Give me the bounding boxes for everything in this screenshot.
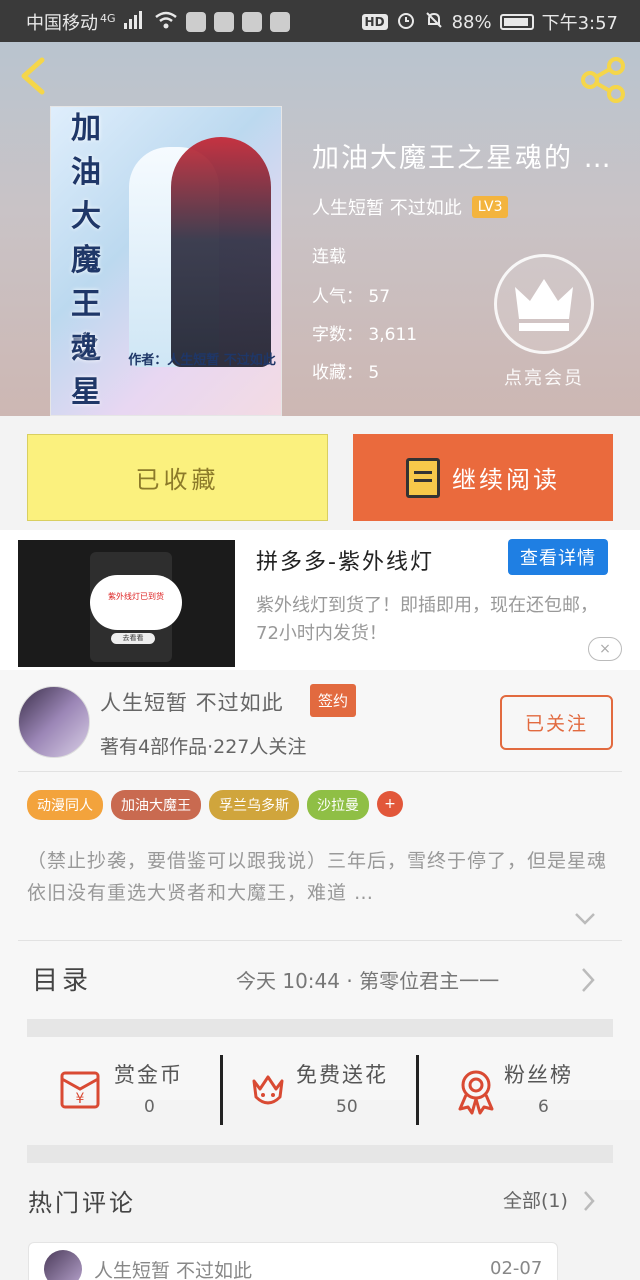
book-intro[interactable]: （禁止抄袭，要借鉴可以跟我说）三年后，雪终于停了，但是星魂依旧没有重选大贤者和大… xyxy=(27,845,613,909)
tag-chip[interactable]: 加油大魔王 xyxy=(111,790,201,820)
comment-author[interactable]: 人生短暂 不过如此 xyxy=(94,1256,252,1280)
tag-list: 动漫同人 加油大魔王 孚兰乌多斯 沙拉曼 + xyxy=(27,790,403,820)
author-stats: 著有4部作品·227人关注 xyxy=(100,736,307,758)
signed-badge: 签约 xyxy=(310,684,357,717)
carrier-label: 中国移动 xyxy=(26,13,98,34)
ad-description[interactable]: 紫外线灯到货了！即插即用，现在还包邮，72小时内发货！ xyxy=(256,592,608,648)
battery-icon xyxy=(499,14,534,30)
book-header: 加 油 大 魔 王 之 星 魂 作者：人生短暂 不过如此 加油大魔王之星魂的 …… xyxy=(0,42,640,416)
svg-text:¥: ¥ xyxy=(76,1091,85,1107)
section-separator xyxy=(27,1019,613,1037)
cover-title-bottom: 魂 xyxy=(71,332,98,362)
status-bar: 中国移动 4G HD 88% 下午3:57 xyxy=(0,0,640,42)
battery-percent: 88% xyxy=(451,11,492,33)
view-details-button[interactable]: 查看详情 xyxy=(508,539,608,575)
share-icon[interactable] xyxy=(580,56,628,104)
collected-button[interactable]: 已收藏 xyxy=(27,434,328,521)
author-row: 人生短暂 不过如此 LV3 xyxy=(312,194,509,220)
cover-title: 加 油 大 魔 王 之 星 xyxy=(71,111,101,410)
chevron-right-icon[interactable] xyxy=(580,966,596,994)
favorites-count: 收藏： 5 xyxy=(312,363,380,383)
divider xyxy=(416,1055,419,1125)
word-count: 字数： 3,611 xyxy=(312,325,418,345)
clock: 下午3:57 xyxy=(541,13,618,34)
book-cover[interactable]: 加 油 大 魔 王 之 星 魂 作者：人生短暂 不过如此 xyxy=(50,106,282,416)
hot-comments-title: 热门评论 xyxy=(28,1189,136,1217)
divider xyxy=(220,1055,223,1125)
flower-icon xyxy=(244,1067,292,1115)
avatar[interactable] xyxy=(44,1250,82,1280)
ad-image-pill: 去看看 xyxy=(111,633,155,644)
all-comments-link[interactable]: 全部(1) xyxy=(503,1186,568,1213)
back-arrow-icon[interactable] xyxy=(14,56,54,96)
chevron-right-icon[interactable] xyxy=(582,1189,596,1213)
reward-coins[interactable]: ¥ 赏金币 0 xyxy=(56,1055,206,1125)
signal-icon xyxy=(123,10,146,34)
tag-chip[interactable]: 动漫同人 xyxy=(27,790,103,820)
chevron-down-icon[interactable] xyxy=(574,910,596,928)
comment-date: 02-07 xyxy=(490,1258,543,1279)
ad-image[interactable]: 紫外线灯已到货 去看看 xyxy=(18,540,235,667)
tag-chip[interactable]: 孚兰乌多斯 xyxy=(209,790,299,820)
follow-button[interactable]: 已关注 xyxy=(500,695,613,750)
baidu-icon xyxy=(241,12,262,32)
close-icon[interactable]: × xyxy=(588,637,622,661)
ad-image-text: 紫外线灯已到货 xyxy=(108,592,164,601)
alarm-icon xyxy=(396,10,416,35)
cover-figure-red xyxy=(171,137,271,367)
avatar[interactable] xyxy=(18,686,90,758)
continue-reading-label: 继续阅读 xyxy=(452,466,560,494)
ribbon-icon xyxy=(452,1067,500,1115)
cover-author: 作者：人生短暂 不过如此 xyxy=(128,353,276,368)
hd-badge: HD xyxy=(361,14,388,30)
network-label: 4G xyxy=(100,11,116,25)
qq-icon xyxy=(185,12,206,32)
paw-app-icon xyxy=(269,12,290,32)
book-icon xyxy=(406,457,440,498)
continue-reading-button[interactable]: 继续阅读 xyxy=(353,434,613,521)
wechat-icon xyxy=(213,12,234,32)
tag-chip[interactable]: 沙拉曼 xyxy=(307,790,369,820)
toc-latest-chapter[interactable]: 今天 10:44 · 第零位君主一一 xyxy=(236,965,566,994)
ad-title[interactable]: 拼多多-紫外线灯 xyxy=(256,544,434,576)
red-envelope-icon: ¥ xyxy=(56,1065,104,1113)
add-tag-button[interactable]: + xyxy=(377,791,403,817)
author-name[interactable]: 人生短暂 不过如此 xyxy=(312,194,462,220)
serial-status: 连载 xyxy=(312,247,346,267)
section-separator xyxy=(27,1145,613,1163)
fans-ranking[interactable]: 粉丝榜 6 xyxy=(452,1055,602,1125)
crown-icon[interactable] xyxy=(494,254,594,354)
wifi-icon xyxy=(154,11,178,34)
popularity: 人气： 57 xyxy=(312,287,391,307)
mute-icon xyxy=(424,10,444,35)
book-title: 加油大魔王之星魂的 … xyxy=(312,143,613,174)
level-badge: LV3 xyxy=(471,196,509,218)
divider xyxy=(18,940,622,941)
divider xyxy=(18,771,622,772)
vip-label[interactable]: 点亮会员 xyxy=(494,364,594,390)
author-name-secondary[interactable]: 人生短暂 不过如此 xyxy=(100,687,284,717)
toc-label[interactable]: 目录 xyxy=(32,960,92,997)
send-flowers[interactable]: 免费送花 50 xyxy=(244,1055,414,1125)
